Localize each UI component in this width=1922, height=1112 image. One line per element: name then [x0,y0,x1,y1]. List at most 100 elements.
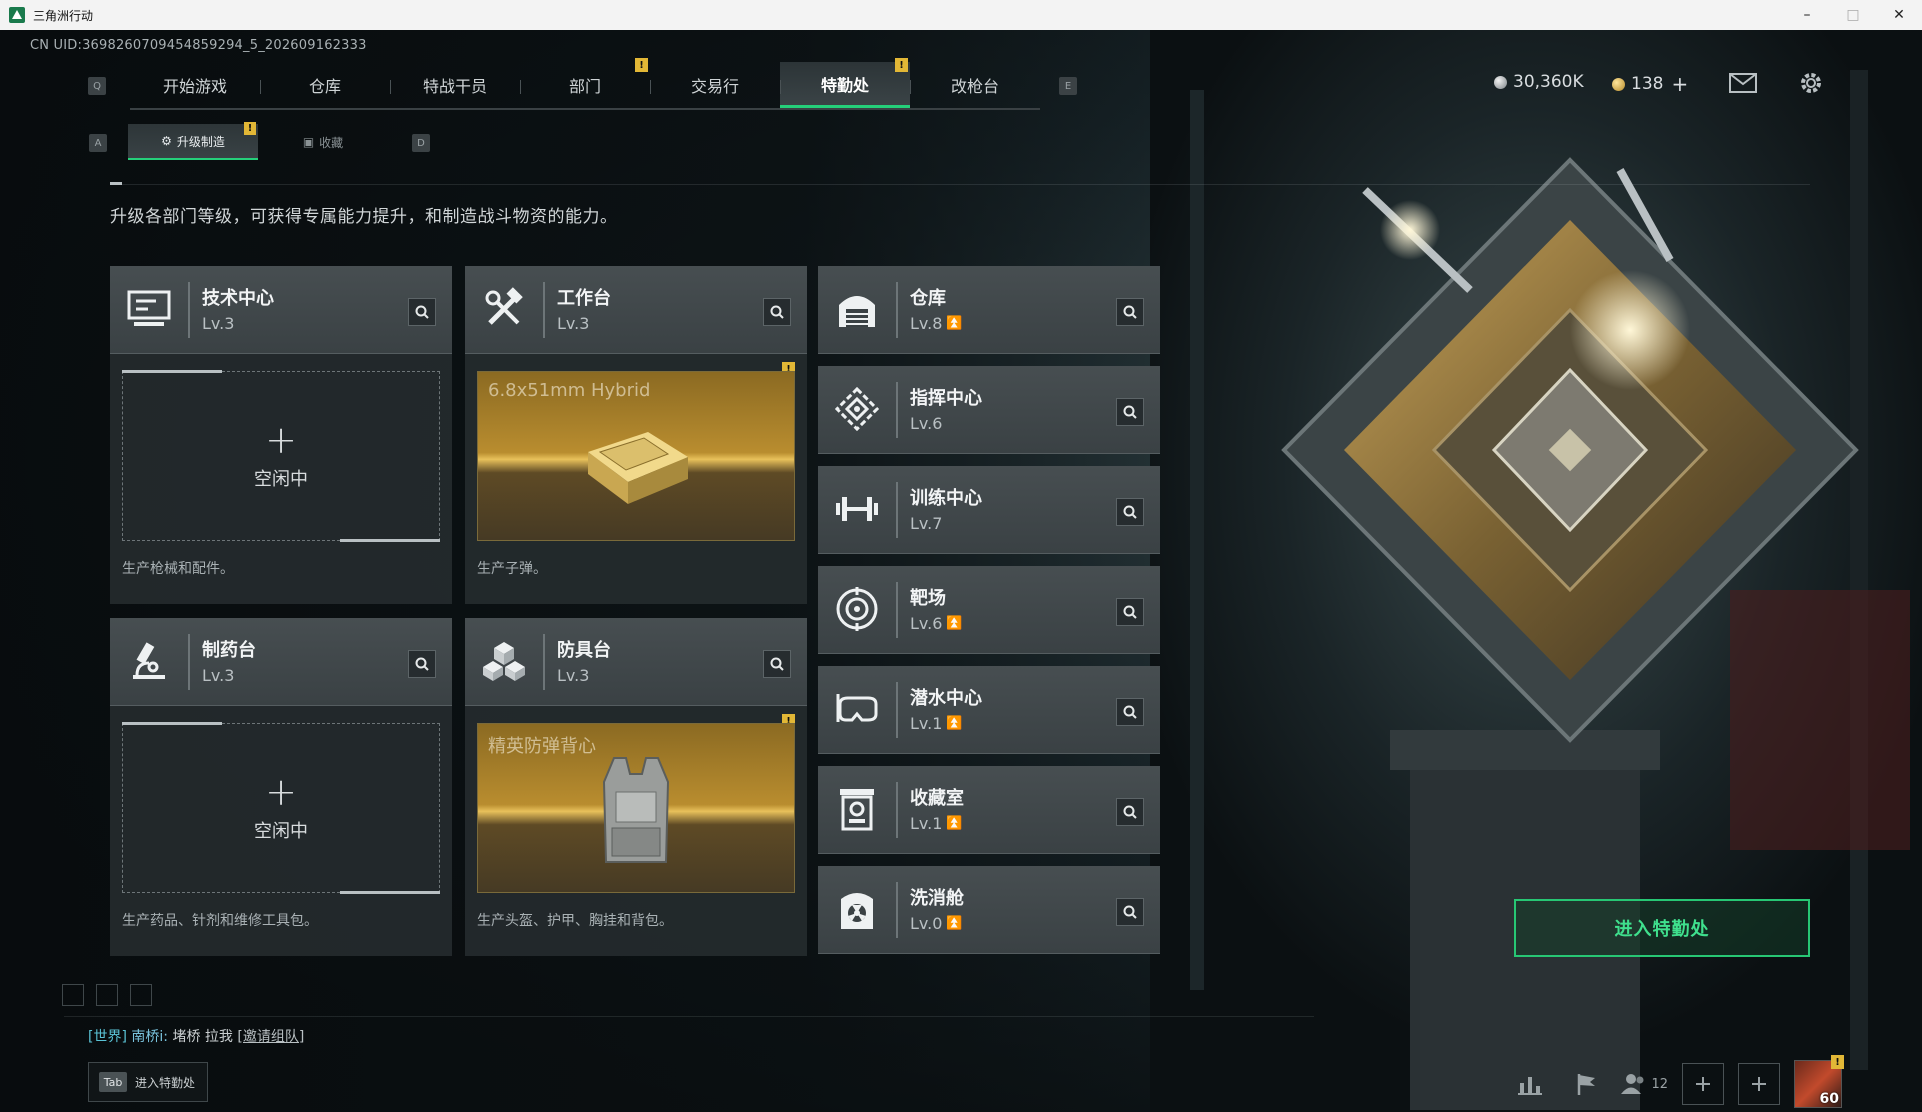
facility-card[interactable]: 收藏室 Lv.1 ⏫ [818,766,1160,854]
minimize-button[interactable]: – [1784,0,1830,30]
card-header[interactable]: 洗消舱 Lv.0 ⏫ [818,866,1160,954]
microscope-icon [124,636,174,686]
production-slot-idle[interactable]: + 空闲中 [122,722,440,894]
search-icon[interactable] [1116,898,1144,926]
tab-key-hint[interactable]: Tab 进入特勤处 [88,1062,208,1102]
facility-name: 收藏室 [910,788,964,809]
header-separator [543,634,545,690]
facility-level: Lv.7 [910,514,942,533]
facility-name: 潜水中心 [910,688,982,709]
add-slot-button[interactable] [1682,1063,1724,1105]
quick-slots [62,984,164,1006]
card-header[interactable]: 潜水中心 Lv.1 ⏫ [818,666,1160,754]
add-slot-button[interactable] [1738,1063,1780,1105]
card-header[interactable]: 制药台 Lv.3 [110,618,452,706]
alert-badge-icon: ! [244,122,256,135]
close-button[interactable]: ✕ [1876,0,1922,30]
quick-slot[interactable] [62,984,84,1006]
invite-team-link[interactable]: [邀请组队] [237,1029,304,1045]
card-header[interactable]: 技术中心 Lv.3 [110,266,452,354]
search-icon[interactable] [1116,398,1144,426]
tab-key: Tab [99,1072,127,1092]
level-text: Lv.1 [910,714,943,733]
flag-icon[interactable] [1565,1063,1607,1105]
search-icon[interactable] [1116,598,1144,626]
upgrade-available-icon: ⏫ [946,816,963,831]
chat-sender[interactable]: 南桥i: [131,1029,168,1045]
player-level: 60 [1819,1091,1839,1107]
tab-warehouse[interactable]: 仓库 [260,62,390,108]
tab-start-game[interactable]: 开始游戏 [130,62,260,108]
tab-operators[interactable]: 特战干员 [390,62,520,108]
search-icon[interactable] [1116,798,1144,826]
card-header[interactable]: 仓库 Lv.8 ⏫ [818,266,1160,354]
header-separator [896,482,898,538]
card-header[interactable]: 收藏室 Lv.1 ⏫ [818,766,1160,854]
search-icon[interactable] [1116,298,1144,326]
window-title: 三角洲行动 [33,8,94,23]
tab-department[interactable]: 部门! [520,58,650,108]
enter-special-ops-button[interactable]: 进入特勤处 [1514,899,1810,957]
tab-label: 特战干员 [422,77,487,96]
stats-chart-icon[interactable] [1509,1063,1551,1105]
subtab-key-right-hint: D [412,134,430,152]
search-icon[interactable] [408,298,436,326]
production-slot-item[interactable]: 精英防弹背心 [477,723,795,893]
card-header[interactable]: 指挥中心 Lv.6 [818,366,1160,454]
chat-message[interactable]: [世界] 南桥i: 堵桥 拉我 [邀请组队] [88,1026,304,1046]
facility-card[interactable]: 靶场 Lv.6 ⏫ [818,566,1160,654]
tab-trading[interactable]: 交易行 [650,62,780,108]
production-card-pharmacy: 制药台 Lv.3 + 空闲中 生产药品、针剂和维修工具包。 [110,618,452,956]
tab-label: 开始游戏 [162,77,227,96]
alert-badge-icon: ! [895,58,908,72]
search-icon[interactable] [1116,698,1144,726]
settings-gear-icon[interactable] [1796,68,1826,98]
tab-gunsmith[interactable]: 改枪台 [910,62,1040,108]
friends-button[interactable]: 12 [1621,1063,1668,1105]
card-header[interactable]: 工作台 Lv.3 [465,266,807,354]
subtab-label: 收藏 [319,135,344,150]
production-card-armor-bench: 防具台 Lv.3 ! 精英防弹背心 生产头盔、护甲、胸挂和背包。 [465,618,807,956]
chat-channel: [世界] [88,1029,127,1045]
quick-slot[interactable] [96,984,118,1006]
level-text: Lv.6 [910,414,943,433]
header-separator [188,282,190,338]
slot-status: 空闲中 [254,469,308,490]
facility-card[interactable]: 训练中心 Lv.7 [818,466,1160,554]
level-text: Lv.3 [202,314,235,333]
quick-slot[interactable] [130,984,152,1006]
player-avatar[interactable]: 60 ! [1794,1055,1844,1108]
monitor-icon [124,284,174,334]
production-slot-idle[interactable]: + 空闲中 [122,370,440,542]
gold-currency[interactable]: 138 + [1612,72,1688,96]
page-description: 升级各部门等级，可获得专属能力提升，和制造战斗物资的能力。 [110,207,618,227]
card-header[interactable]: 靶场 Lv.6 ⏫ [818,566,1160,654]
card-header[interactable]: 训练中心 Lv.7 [818,466,1160,554]
silver-currency[interactable]: 30,360K [1494,72,1584,92]
header-separator [896,382,898,438]
facility-level: Lv.3 [202,666,234,685]
maximize-button[interactable]: □ [1830,0,1876,30]
search-icon[interactable] [1116,498,1144,526]
facility-card[interactable]: 洗消舱 Lv.0 ⏫ [818,866,1160,954]
facility-card[interactable]: 仓库 Lv.8 ⏫ [818,266,1160,354]
subtab-collection[interactable]: ▣ 收藏 [258,124,388,160]
header-separator [896,282,898,338]
facility-name: 指挥中心 [910,388,982,409]
tab-label: 改枪台 [950,77,999,96]
tab-special-ops[interactable]: 特勤处! [780,58,910,108]
search-icon[interactable] [763,298,791,326]
level-text: Lv.3 [557,666,590,685]
card-header[interactable]: 防具台 Lv.3 [465,618,807,706]
add-currency-button[interactable]: + [1671,72,1688,96]
ammo-box-image [588,432,688,504]
facility-card[interactable]: 潜水中心 Lv.1 ⏫ [818,666,1160,754]
search-icon[interactable] [763,650,791,678]
mail-icon[interactable] [1728,68,1758,98]
production-slot-item[interactable]: 6.8x51mm Hybrid [477,371,795,541]
subtab-upgrade-craft[interactable]: ⚙ 升级制造 ! [128,122,258,160]
facility-card[interactable]: 指挥中心 Lv.6 [818,366,1160,454]
facility-name: 洗消舱 [910,888,964,909]
header-separator [896,682,898,738]
search-icon[interactable] [408,650,436,678]
